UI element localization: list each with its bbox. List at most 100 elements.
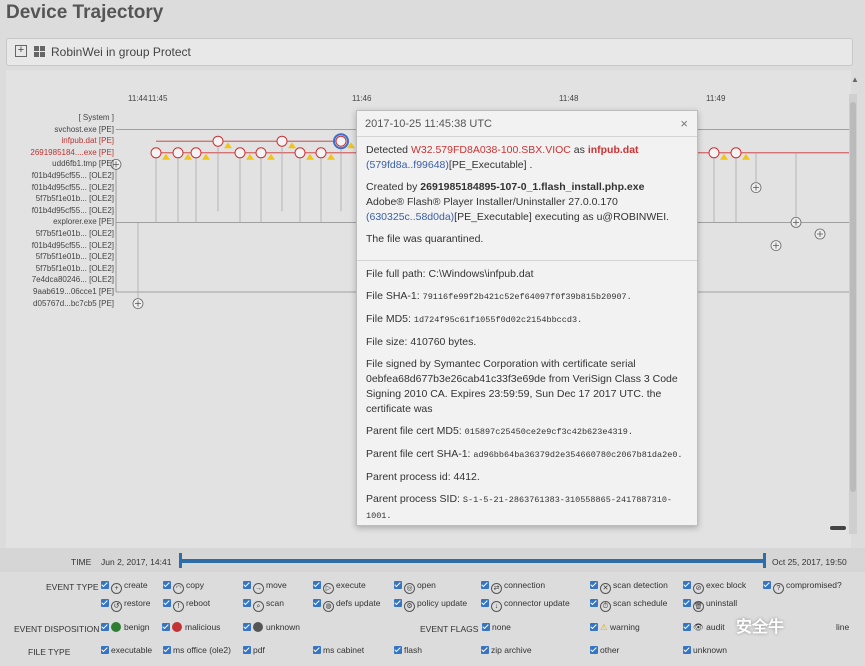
checkbox-icon[interactable]	[313, 646, 321, 654]
file-type-filter-unknown[interactable]: unknown	[683, 645, 727, 655]
checkbox-icon[interactable]	[482, 623, 490, 631]
checkbox-icon[interactable]	[101, 599, 109, 607]
checkbox-icon[interactable]	[683, 646, 691, 654]
event-filter-uninstall[interactable]: 🗑 uninstall	[683, 598, 737, 612]
event-filter-scan-schedule[interactable]: ⏱ scan schedule	[590, 598, 667, 612]
detected-file[interactable]: infpub.dat	[588, 144, 639, 156]
flag-none[interactable]: none	[482, 622, 511, 632]
file-sha1-line: File SHA-1: 79116fe99f2b421c52ef64097f0f…	[366, 289, 688, 305]
warning-icon	[327, 153, 335, 160]
checkbox-icon[interactable]	[313, 581, 321, 589]
file-type-filter-zip-archive[interactable]: zip archive	[481, 645, 532, 655]
group-bar[interactable]: + RobinWei in group Protect	[6, 38, 853, 66]
scroll-up-icon[interactable]: ▲	[851, 75, 859, 84]
warning-icon	[720, 153, 728, 160]
file-type-filter-ms-office-ole2-[interactable]: ms office (ole2)	[163, 645, 231, 655]
process-label[interactable]: 5f7b5f1e01b... [OLE2]	[36, 194, 114, 203]
flag-audit[interactable]: 👁 audit	[683, 622, 725, 633]
process-label[interactable]: 5f7b5f1e01b... [OLE2]	[36, 264, 114, 273]
checkbox-icon[interactable]	[481, 599, 489, 607]
horizontal-scroll-handle[interactable]	[830, 526, 846, 530]
flag-warning[interactable]: ⚠ warning	[590, 622, 640, 633]
page-title: Device Trajectory	[6, 2, 164, 23]
event-filter-scan-detection[interactable]: ✕ scan detection	[590, 580, 668, 594]
checkbox-icon[interactable]	[243, 623, 251, 631]
event-filter-reboot[interactable]: ! reboot	[163, 598, 210, 612]
event-filter-open[interactable]: ◎ open	[394, 580, 436, 594]
process-label[interactable]: f01b4d95cf55... [OLE2]	[32, 171, 114, 180]
checkbox-icon[interactable]	[683, 599, 691, 607]
process-label[interactable]: 7e4dca80246... [OLE2]	[32, 275, 114, 284]
checkbox-icon[interactable]	[590, 581, 598, 589]
filter-unknown-disposition[interactable]: unknown	[243, 622, 300, 632]
close-icon[interactable]: ×	[680, 116, 688, 131]
process-label[interactable]: f01b4d95cf55... [OLE2]	[32, 241, 114, 250]
filter-benign[interactable]: benign	[101, 622, 150, 632]
file-type-filter-pdf[interactable]: pdf	[243, 645, 265, 655]
checkbox-icon[interactable]	[163, 646, 171, 654]
parent-sid-line: Parent process SID: S-1-5-21-2863761383-…	[366, 492, 688, 524]
process-label[interactable]: [ System ]	[78, 113, 114, 122]
process-label[interactable]: svchost.exe [PE]	[54, 125, 114, 134]
process-label[interactable]: 2691985184....exe [PE]	[30, 148, 114, 157]
event-filter-connection[interactable]: ⇄ connection	[481, 580, 545, 594]
checkbox-icon[interactable]	[101, 581, 109, 589]
checkbox-icon[interactable]	[243, 581, 251, 589]
checkbox-icon[interactable]	[163, 581, 171, 589]
checkbox-icon[interactable]	[394, 581, 402, 589]
process-label[interactable]: d05767d...bc7cb5 [PE]	[33, 299, 114, 308]
checkbox-icon[interactable]	[683, 623, 691, 631]
event-filter-copy[interactable]: ◠ copy	[163, 580, 204, 594]
creator-hash[interactable]: (630325c..58d0da)	[366, 211, 454, 223]
process-label[interactable]: f01b4d95cf55... [OLE2]	[32, 183, 114, 192]
process-label[interactable]: udd6fb1.tmp [PE]	[52, 159, 114, 168]
checkbox-icon[interactable]	[243, 599, 251, 607]
scrollbar-thumb[interactable]	[850, 102, 856, 492]
event-filter-connector-update[interactable]: ↓ connector update	[481, 598, 570, 612]
checkbox-icon[interactable]	[101, 646, 109, 654]
event-marker	[315, 147, 327, 159]
checkbox-icon[interactable]	[101, 623, 109, 631]
checkbox-icon[interactable]	[481, 646, 489, 654]
process-label[interactable]: 5f7b5f1e01b... [OLE2]	[36, 229, 114, 238]
expand-icon[interactable]: +	[15, 45, 27, 57]
vertical-scrollbar[interactable]	[849, 94, 857, 534]
time-end-handle[interactable]	[763, 553, 766, 568]
creator-file[interactable]: 2691985184895-107-0_1.flash_install.php.…	[420, 181, 644, 193]
file-type-filter-other[interactable]: other	[590, 645, 619, 655]
event-filter-scan[interactable]: ⌕ scan	[243, 598, 284, 612]
event-filter-create[interactable]: + create	[101, 580, 148, 594]
time-range-slider[interactable]	[181, 559, 766, 563]
file-type-filter-ms-cabinet[interactable]: ms cabinet	[313, 645, 364, 655]
checkbox-icon[interactable]	[481, 581, 489, 589]
checkbox-icon[interactable]	[683, 581, 691, 589]
filter-malicious[interactable]: malicious	[162, 622, 220, 632]
process-label[interactable]: f01b4d95cf55... [OLE2]	[32, 206, 114, 215]
event-filter-execute[interactable]: ▷ execute	[313, 580, 366, 594]
checkbox-icon[interactable]	[162, 623, 170, 631]
event-filter-policy-update[interactable]: ⚙ policy update	[394, 598, 467, 612]
file-type-filter-flash[interactable]: flash	[394, 645, 422, 655]
file-type-filter-executable[interactable]: executable	[101, 645, 152, 655]
event-filter-compromised-[interactable]: ? compromised?	[763, 580, 842, 594]
checkbox-icon[interactable]	[243, 646, 251, 654]
detected-hash[interactable]: (579fd8a..f99648)	[366, 159, 449, 171]
event-filter-defs-update[interactable]: ◍ defs update	[313, 598, 380, 612]
checkbox-icon[interactable]	[590, 623, 598, 631]
checkbox-icon[interactable]	[163, 599, 171, 607]
time-start-handle[interactable]	[179, 553, 182, 568]
checkbox-icon[interactable]	[394, 646, 402, 654]
event-filter-move[interactable]: → move	[243, 580, 287, 594]
event-filter-exec-block[interactable]: ⊘ exec block	[683, 580, 746, 594]
process-label[interactable]: 9aab619...06cce1 [PE]	[33, 287, 114, 296]
detection-name[interactable]: W32.579FD8A038-100.SBX.VIOC	[411, 144, 571, 156]
event-filter-restore[interactable]: ↺ restore	[101, 598, 150, 612]
checkbox-icon[interactable]	[763, 581, 771, 589]
process-label[interactable]: infpub.dat [PE]	[62, 136, 114, 145]
checkbox-icon[interactable]	[590, 646, 598, 654]
process-label[interactable]: 5f7b5f1e01b... [OLE2]	[36, 252, 114, 261]
process-label[interactable]: explorer.exe [PE]	[53, 217, 114, 226]
checkbox-icon[interactable]	[313, 599, 321, 607]
checkbox-icon[interactable]	[590, 599, 598, 607]
checkbox-icon[interactable]	[394, 599, 402, 607]
